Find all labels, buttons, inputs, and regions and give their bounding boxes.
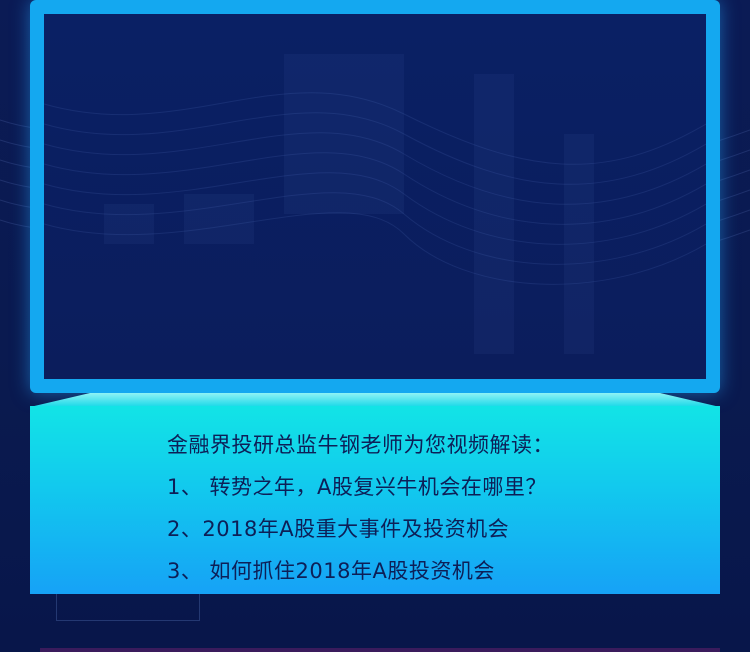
info-text-block: 金融界投研总监牛钢老师为您视频解读： 1、 转势之年，A股复兴牛机会在哪里？ 2… [167,424,554,592]
video-frame [30,0,720,393]
info-panel: 金融界投研总监牛钢老师为您视频解读： 1、 转势之年，A股复兴牛机会在哪里？ 2… [30,406,720,594]
video-screen-pattern [44,54,706,354]
info-item-3: 3、 如何抓住2018年A股投资机会 [167,559,495,583]
bottom-strip [40,648,720,652]
info-title: 金融界投研总监牛钢老师为您视频解读： [167,433,554,457]
video-screen[interactable] [44,14,706,379]
decorative-box [56,594,200,621]
info-item-1: 1、 转势之年，A股复兴牛机会在哪里？ [167,475,547,499]
panel-top-bevel [30,393,720,407]
info-item-2: 2、2018年A股重大事件及投资机会 [167,517,510,541]
